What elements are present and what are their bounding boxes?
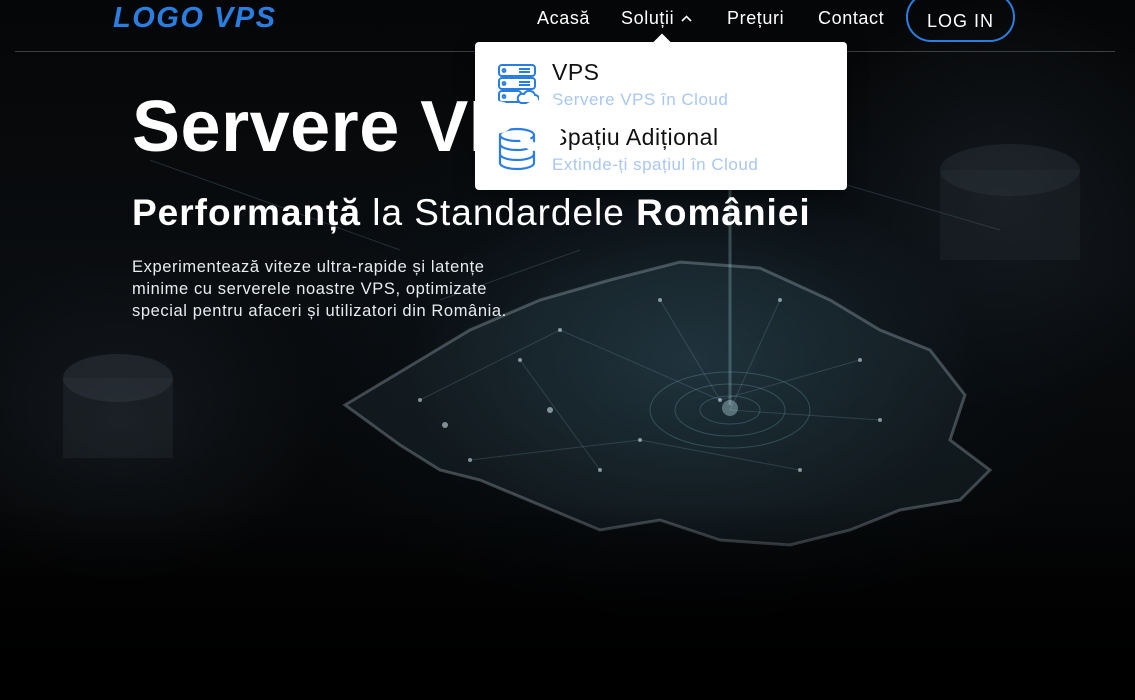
hero-subtitle-emphasis-2: României (636, 192, 811, 233)
hero-title: Servere VPS (132, 87, 566, 167)
dropdown-item-subtitle: Servere VPS în Cloud (552, 90, 729, 109)
dropdown-item-title: Spațiu Adițional (552, 124, 719, 150)
dropdown-item-subtitle: Extinde-ți spațiul în Cloud (552, 155, 759, 174)
dropdown-item-title: VPS (552, 59, 600, 85)
hero-subtitle: Performanță la Standardele României (132, 192, 811, 234)
site-logo[interactable]: LOGO VPS (113, 2, 276, 35)
login-button[interactable]: LOG IN (906, 0, 1015, 42)
hero-subtitle-emphasis-1: Performanță (132, 192, 361, 233)
chevron-up-icon (681, 15, 692, 22)
nav-link-solutions-label: Soluții (621, 8, 675, 28)
nav-link-solutions[interactable]: Soluții (621, 8, 693, 29)
nav-link-prices[interactable]: Prețuri (727, 8, 784, 29)
hero-description: Experimentează viteze ultra-rapide și la… (132, 258, 507, 320)
nav-link-contact[interactable]: Contact (818, 8, 884, 29)
nav-link-home[interactable]: Acasă (537, 8, 590, 29)
hero-subtitle-middle: la Standardele (360, 192, 637, 233)
